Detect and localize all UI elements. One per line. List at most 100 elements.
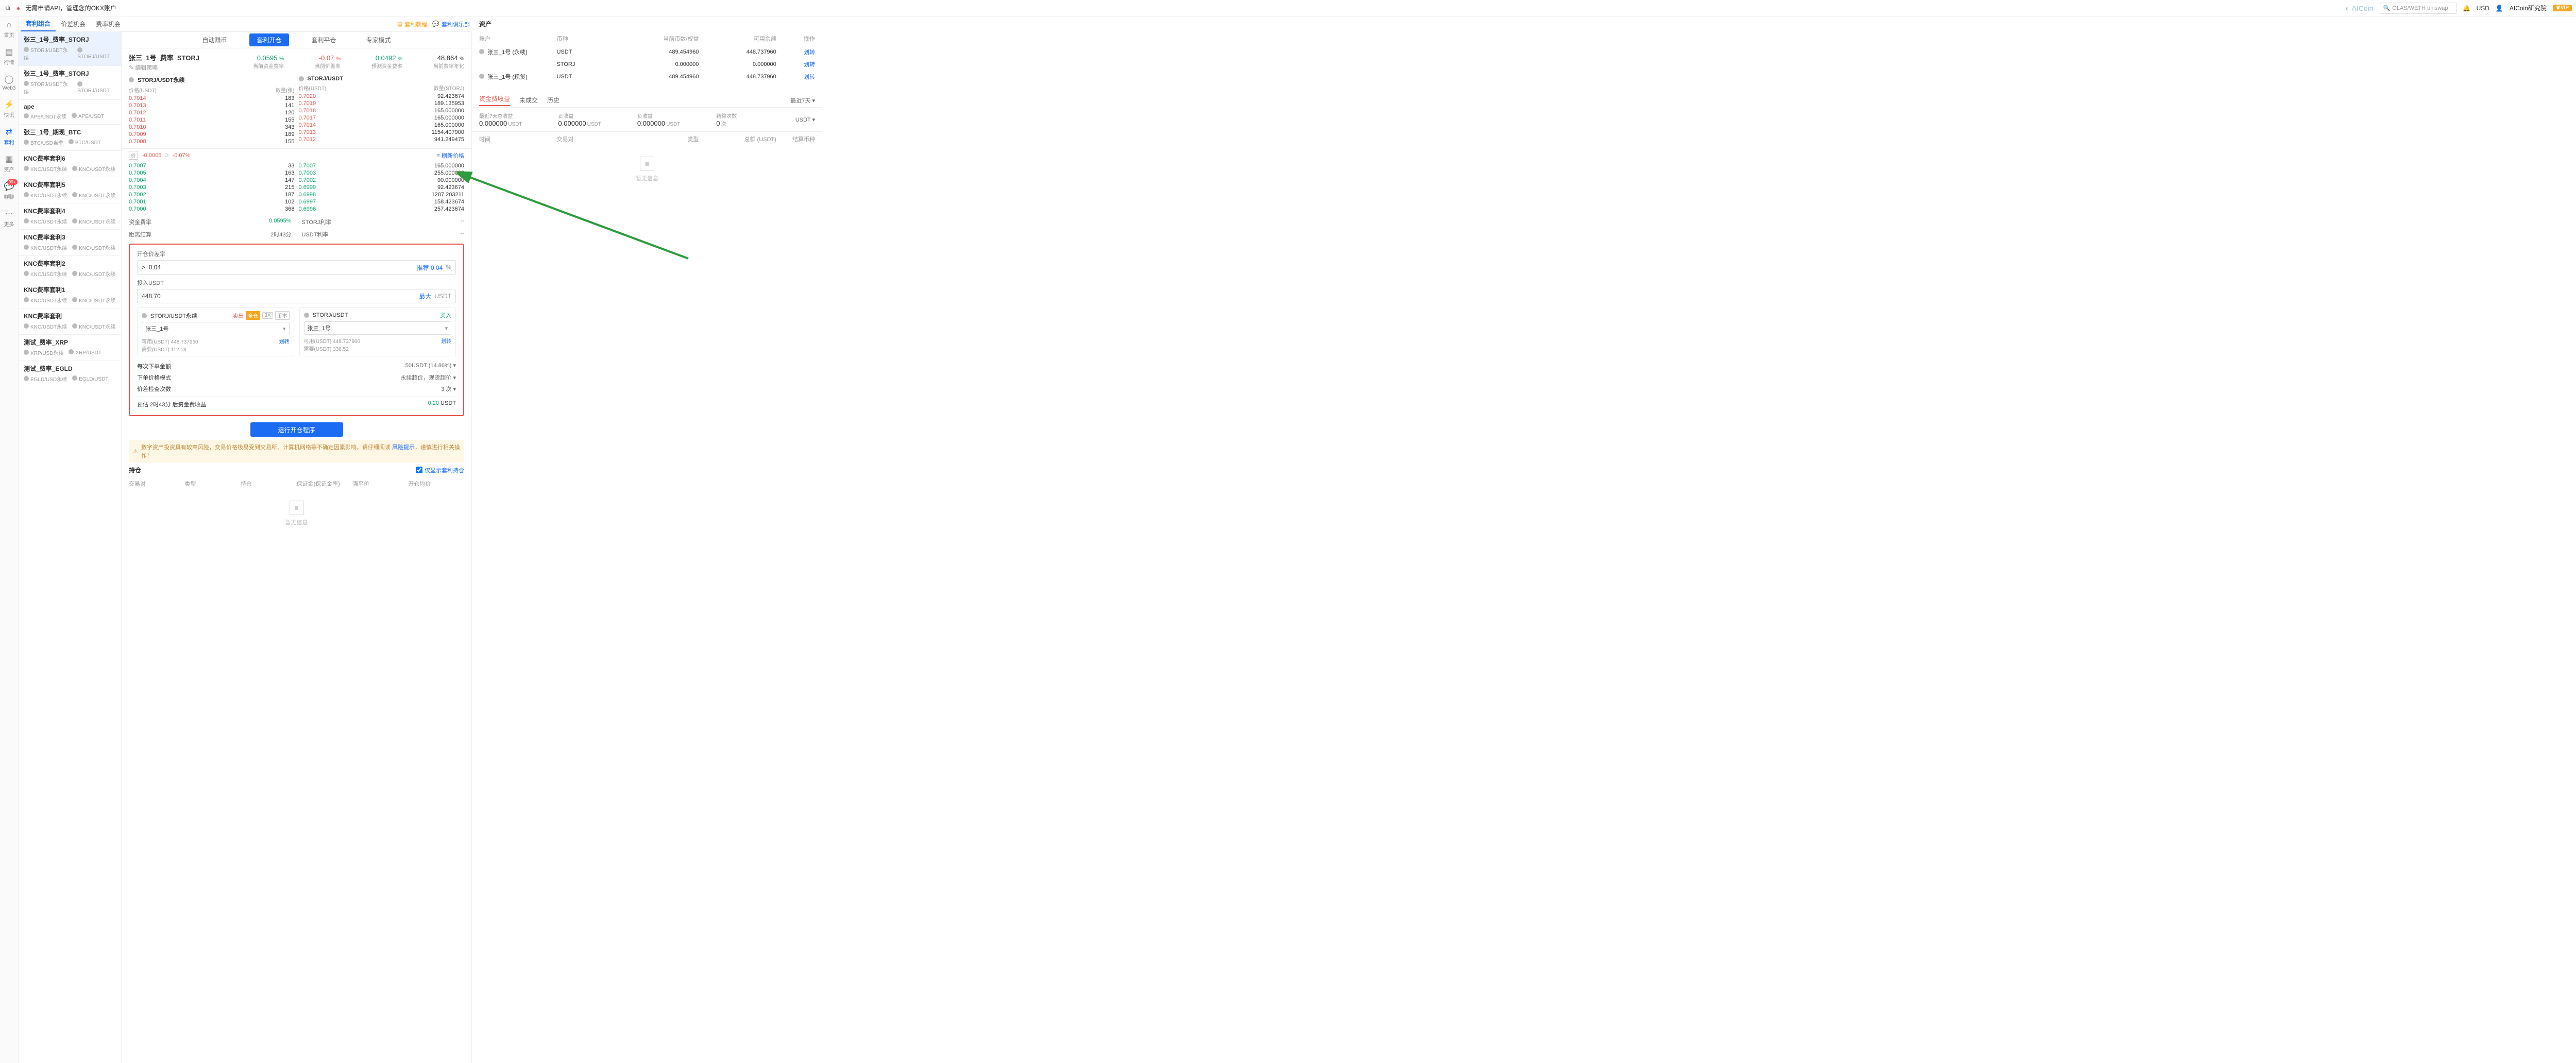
run-open-button[interactable]: 运行开仓程序 — [250, 422, 343, 437]
empty-icon: ≣ — [290, 501, 304, 515]
recommend-link[interactable]: 推荐 0.04 — [417, 263, 443, 272]
edit-strategy-link[interactable]: ✎ 编辑策略 — [129, 63, 199, 72]
depth-row: 0.7010343 — [129, 124, 295, 131]
depth-row: 0.7014165.000000 — [299, 122, 465, 129]
sidenav-更多[interactable]: ⋯更多 — [4, 209, 14, 228]
right-account-select[interactable]: 张三_1号 — [304, 321, 452, 335]
depth-right-pair: STORJ/USDT — [299, 76, 465, 82]
asset-row: STORJ0.0000000.000000划转 — [472, 58, 822, 71]
pnl-stat: 最近7天总收益0.000000USDT — [479, 112, 558, 127]
strategy-item[interactable]: KNC费率套利3KNC/USDT永续KNC/USDT永续 — [19, 230, 121, 256]
strategy-item[interactable]: KNC费率套利2KNC/USDT永续KNC/USDT永续 — [19, 256, 121, 282]
depth-row: 0.7003255.000000 — [299, 169, 465, 177]
strategy-item[interactable]: KNC费率套利KNC/USDT永续KNC/USDT永续 — [19, 308, 121, 335]
tutorial-link[interactable]: ▤套利教程 — [397, 20, 427, 28]
globe-icon: ◐ — [2345, 4, 2349, 12]
center-tab-3[interactable]: 专家模式 — [359, 33, 398, 46]
left-tab-0[interactable]: 套利组合 — [21, 16, 56, 31]
club-link[interactable]: 💬套利俱乐部 — [432, 20, 470, 28]
depth-row: 0.7012941.249475 — [299, 136, 465, 143]
sidenav-首页[interactable]: ⌂首页 — [4, 21, 14, 39]
center-tab-1[interactable]: 套利开仓 — [249, 33, 289, 46]
depth-row: 0.702092.423674 — [299, 93, 465, 100]
depth-row: 0.7017165.000000 — [299, 114, 465, 122]
depth-left-pair: STORJ/USDT永续 — [129, 76, 295, 84]
form-right-account: STORJ/USDT 买入 张三_1号 可用(USDT) 448.737960划… — [299, 307, 456, 356]
vip-badge: ♛VIP — [2553, 5, 2572, 11]
right-transfer-link[interactable]: 划转 — [441, 337, 451, 345]
form-left-account: STORJ/USDT永续 卖出 全仓 3X 币本 张三_1号 可用(USDT) … — [137, 307, 294, 356]
transfer-link[interactable]: 划转 — [804, 49, 815, 56]
left-tab-1[interactable]: 价差机会 — [56, 16, 91, 31]
aicoin-logo: ◐ AICoin — [2345, 4, 2374, 12]
strategy-item[interactable]: KNC费率套利5KNC/USDT永续KNC/USDT永续 — [19, 177, 121, 203]
transfer-link[interactable]: 划转 — [804, 62, 815, 68]
risk-link[interactable]: 风险提示 — [392, 444, 415, 451]
pnl-empty: ≣ 暂无信息 — [472, 146, 822, 193]
search-input[interactable]: 🔍 OLAS/WETH uniswap — [2380, 3, 2457, 14]
sidenav-Web3[interactable]: ◯Web3 — [3, 74, 16, 91]
strategy-item[interactable]: KNC费率套利6KNC/USDT永续KNC/USDT永续 — [19, 151, 121, 177]
sidenav-快讯[interactable]: ⚡快讯 — [4, 99, 14, 118]
max-link[interactable]: 最大 — [419, 292, 431, 301]
depth-row: 0.7004147 — [129, 177, 295, 184]
left-account-select[interactable]: 张三_1号 — [142, 322, 290, 335]
depth-row: 0.70131154.407900 — [299, 129, 465, 136]
asset-row: 张三_1号 (永续)USDT489.454960448.737960划转 — [472, 46, 822, 58]
strategy-item[interactable]: 张三_1号_期现_BTCBTC/USD当季BTC/USDT — [19, 125, 121, 151]
username[interactable]: AICoin研究院 — [2510, 4, 2547, 12]
price-badge: 价 — [129, 151, 138, 160]
strategy-item[interactable]: KNC费率套利1KNC/USDT永续KNC/USDT永续 — [19, 282, 121, 308]
refresh-price-link[interactable]: ≡ 刷新价格 — [437, 151, 464, 160]
external-link-icon[interactable]: ⧉ — [4, 5, 11, 12]
nav-icon: ⇄ — [6, 127, 12, 137]
depth-row: 0.6996257.423674 — [299, 205, 465, 213]
sidenav-资产[interactable]: ▦资产 — [4, 154, 14, 173]
metric: 0.0492 %预测资金费率 — [371, 54, 402, 70]
strategy-item[interactable]: apeAPE/USDT永续APE/USDT — [19, 100, 121, 125]
depth-row: 0.7000368 — [129, 205, 295, 213]
form-option[interactable]: 价差检查次数3 次 ▾ — [137, 383, 456, 395]
nav-icon: ⋯ — [5, 209, 13, 219]
assets-title: 资产 — [472, 16, 822, 31]
promo-text: 无需申请API，管理您的OKX账户 — [25, 4, 116, 12]
positions-empty: ≣ 暂无信息 — [122, 490, 471, 537]
center-tab-0[interactable]: 自动赚币 — [195, 33, 234, 46]
pnl-tab-2[interactable]: 历史 — [547, 96, 560, 105]
pnl-stat: 结算次数0次 — [716, 112, 795, 127]
only-arbitrage-checkbox[interactable]: 仅显示套利持仓 — [416, 466, 464, 474]
pnl-tab-1[interactable]: 未成交 — [519, 96, 538, 105]
pnl-stat: 负收益0.000000USDT — [637, 112, 716, 127]
depth-row: 0.7011155 — [129, 116, 295, 124]
depth-row: 0.7005163 — [129, 169, 295, 177]
strategy-item[interactable]: 张三_1号_费率_STORJSTORJ/USDT永续STORJ/USDT — [19, 66, 121, 100]
bell-icon[interactable]: 🔔 — [2463, 5, 2470, 12]
asset-row: 张三_1号 (现货)USDT489.454960448.737960划转 — [472, 71, 822, 83]
sidenav-群聊[interactable]: 💬群聊99+ — [4, 181, 14, 200]
transfer-link[interactable]: 划转 — [804, 74, 815, 80]
left-transfer-link[interactable]: 划转 — [279, 337, 290, 345]
invest-input[interactable]: 448.70 最大USDT — [137, 289, 456, 303]
strategy-item[interactable]: 测试_费率_EGLDEGLD/USD永续EGLD/USDT — [19, 361, 121, 387]
form-option[interactable]: 下单价格模式永续超价，现货超价 ▾ — [137, 372, 456, 383]
spread-input[interactable]: > 0.04 推荐 0.04% — [137, 260, 456, 275]
depth-row: 0.700733 — [129, 162, 295, 169]
sidenav-行情[interactable]: ▤行情 — [4, 47, 14, 66]
depth-row: 0.700290.000000 — [299, 177, 465, 184]
center-tab-2[interactable]: 套利平仓 — [304, 33, 344, 46]
avatar-icon[interactable]: 👤 — [2496, 5, 2503, 12]
depth-row: 0.7013141 — [129, 102, 295, 109]
pnl-tab-0[interactable]: 资金费收益 — [479, 94, 510, 106]
left-tab-2[interactable]: 费率机会 — [91, 16, 126, 31]
strategy-list: 张三_1号_费率_STORJSTORJ/USDT永续STORJ/USDT张三_1… — [19, 32, 121, 1063]
sidenav-套利[interactable]: ⇄套利 — [4, 127, 14, 146]
strategy-item[interactable]: 测试_费率_XRPXRP/USD永续XRP/USDT — [19, 335, 121, 361]
strategy-item[interactable]: 张三_1号_费率_STORJSTORJ/USDT永续STORJ/USDT — [19, 32, 121, 66]
form-option[interactable]: 每次下单金额50USDT (14.86%) ▾ — [137, 361, 456, 372]
metric: 48.864 %当前费率年化 — [433, 54, 464, 70]
strategy-item[interactable]: KNC费率套利4KNC/USDT永续KNC/USDT永续 — [19, 203, 121, 230]
depth-row: 0.7003215 — [129, 184, 295, 191]
period-filter[interactable]: 最近7天 ▾ — [790, 96, 815, 105]
currency-selector[interactable]: USD — [2477, 5, 2489, 12]
search-icon: 🔍 — [2383, 5, 2391, 11]
